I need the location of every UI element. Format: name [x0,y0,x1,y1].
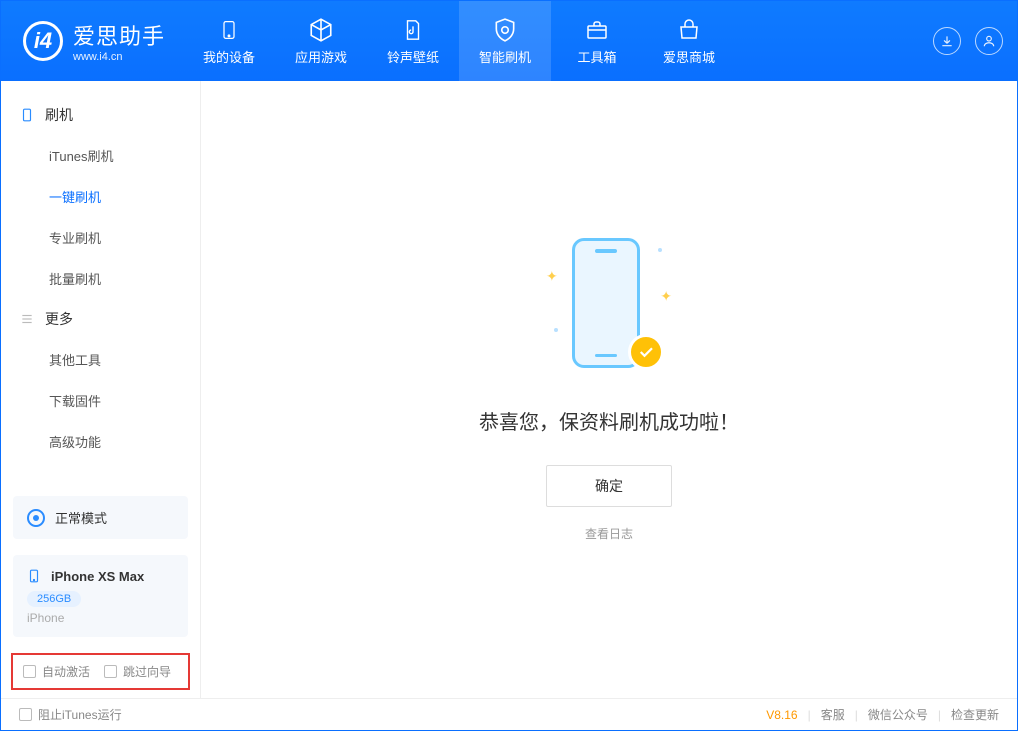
checkbox-auto-activate[interactable]: 自动激活 [23,663,90,680]
sidebar-item-download-firmware[interactable]: 下载固件 [1,380,200,421]
device-storage-badge: 256GB [27,591,81,607]
check-badge-icon [628,334,664,370]
app-name: 爱思助手 [73,19,165,51]
tab-my-device[interactable]: 我的设备 [183,1,275,81]
checkbox-icon [104,665,117,678]
logo: i4 爱思助手 www.i4.cn [1,1,183,81]
device-mode-card[interactable]: 正常模式 [13,496,188,539]
checkbox-block-itunes[interactable]: 阻止iTunes运行 [19,706,122,723]
sidebar: 刷机 iTunes刷机 一键刷机 专业刷机 批量刷机 更多 其他工具 下载固件 … [1,81,201,698]
support-link[interactable]: 客服 [821,706,845,723]
device-mode-label: 正常模式 [55,508,107,527]
device-name: iPhone XS Max [51,569,144,584]
footer-bar: 阻止iTunes运行 V8.16 | 客服 | 微信公众号 | 检查更新 [1,698,1017,730]
account-button[interactable] [975,27,1003,55]
sidebar-item-advanced[interactable]: 高级功能 [1,421,200,462]
list-icon [19,311,35,327]
tab-apps-games[interactable]: 应用游戏 [275,1,367,81]
version-label: V8.16 [766,708,797,722]
options-highlight-box: 自动激活 跳过向导 [11,653,190,690]
toolbox-icon [584,17,610,43]
dot-icon [554,328,558,332]
app-url: www.i4.cn [73,51,165,63]
check-update-link[interactable]: 检查更新 [951,706,999,723]
logo-icon: i4 [23,21,63,61]
tab-store[interactable]: 爱思商城 [643,1,735,81]
store-icon [676,17,702,43]
sidebar-group-more: 更多 [1,299,200,339]
music-file-icon [400,17,426,43]
checkbox-icon [23,665,36,678]
checkbox-icon [19,708,32,721]
header-right [933,1,1017,81]
sidebar-group-flash: 刷机 [1,95,200,135]
view-log-link[interactable]: 查看日志 [585,525,633,542]
device-card[interactable]: iPhone XS Max 256GB iPhone [13,555,188,637]
dot-icon [658,248,662,252]
checkbox-skip-guide[interactable]: 跳过向导 [104,663,171,680]
sidebar-item-batch-flash[interactable]: 批量刷机 [1,258,200,299]
download-button[interactable] [933,27,961,55]
sparkle-icon: ✦ [660,288,672,305]
sparkle-icon: ✦ [546,268,558,285]
main-content: ✦ ✦ 恭喜您，保资料刷机成功啦！ 确定 查看日志 [201,81,1017,698]
success-title: 恭喜您，保资料刷机成功啦！ [479,406,739,435]
header-bar: i4 爱思助手 www.i4.cn 我的设备 应用游戏 铃声壁纸 智能刷机 [1,1,1017,81]
tab-ringtones-wallpapers[interactable]: 铃声壁纸 [367,1,459,81]
phone-outline-icon [19,107,35,123]
sidebar-item-itunes-flash[interactable]: iTunes刷机 [1,135,200,176]
wechat-link[interactable]: 微信公众号 [868,706,928,723]
sidebar-item-oneclick-flash[interactable]: 一键刷机 [1,176,200,217]
sidebar-item-pro-flash[interactable]: 专业刷机 [1,217,200,258]
mode-icon [27,509,45,527]
tab-toolbox[interactable]: 工具箱 [551,1,643,81]
top-tabs: 我的设备 应用游戏 铃声壁纸 智能刷机 工具箱 爱思商城 [183,1,735,81]
shield-refresh-icon [492,17,518,43]
device-icon [216,17,242,43]
ok-button[interactable]: 确定 [546,465,672,507]
device-type: iPhone [27,611,174,625]
body: 刷机 iTunes刷机 一键刷机 专业刷机 批量刷机 更多 其他工具 下载固件 … [1,81,1017,698]
app-window: i4 爱思助手 www.i4.cn 我的设备 应用游戏 铃声壁纸 智能刷机 [0,0,1018,731]
sidebar-item-other-tools[interactable]: 其他工具 [1,339,200,380]
phone-small-icon [27,567,41,585]
cube-icon [308,17,334,43]
tab-smart-flash[interactable]: 智能刷机 [459,1,551,81]
success-illustration: ✦ ✦ [554,238,664,378]
